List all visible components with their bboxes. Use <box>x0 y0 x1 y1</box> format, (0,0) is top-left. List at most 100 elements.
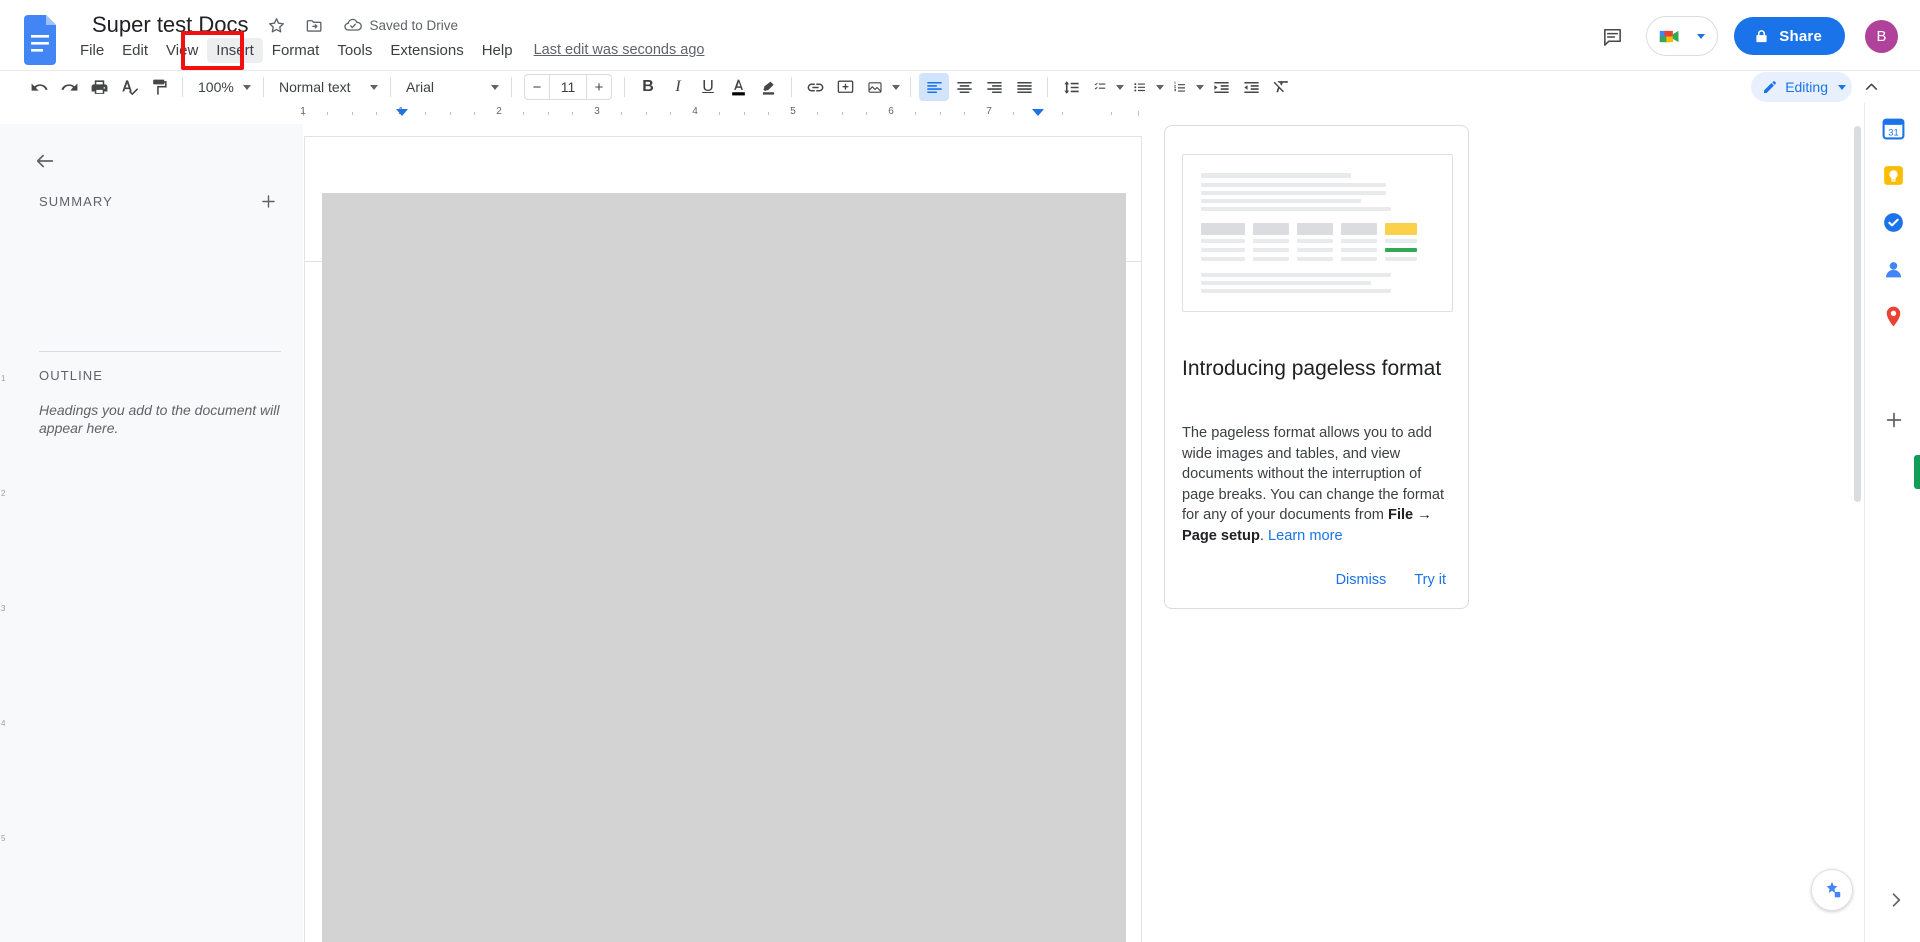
font-size-decrease-button[interactable]: − <box>525 75 549 99</box>
menu-format[interactable]: Format <box>263 38 329 63</box>
inserted-image-placeholder[interactable] <box>322 193 1126 942</box>
align-right-icon[interactable] <box>979 73 1009 101</box>
highlight-color-icon[interactable] <box>753 73 783 101</box>
bulleted-list-icon[interactable] <box>1126 74 1166 100</box>
google-maps-icon[interactable] <box>1878 301 1909 332</box>
undo-icon[interactable] <box>24 73 54 101</box>
horizontal-ruler[interactable]: 1 1 2 3 4 5 6 7 <box>300 103 1139 124</box>
clear-formatting-icon[interactable] <box>1266 73 1296 101</box>
try-it-button[interactable]: Try it <box>1404 564 1456 596</box>
font-size-increase-button[interactable]: + <box>587 75 611 99</box>
dismiss-button[interactable]: Dismiss <box>1326 564 1397 596</box>
indent-marker-left[interactable] <box>396 109 408 116</box>
align-justify-icon[interactable] <box>1009 73 1039 101</box>
pencil-icon <box>1764 81 1777 93</box>
svg-text:31: 31 <box>1888 127 1898 137</box>
document-outline-panel: SUMMARY OUTLINE Headings you add to the … <box>0 124 303 942</box>
toolbar-divider <box>263 77 264 97</box>
zoom-level-select[interactable]: 100% <box>191 74 255 100</box>
text-color-icon[interactable] <box>723 73 753 101</box>
share-button[interactable]: Share <box>1734 17 1845 55</box>
checklist-icon[interactable] <box>1086 74 1126 100</box>
print-icon[interactable] <box>84 73 114 101</box>
chevron-down-icon <box>892 84 900 90</box>
outline-section-header: OUTLINE <box>39 368 281 383</box>
spellcheck-icon[interactable] <box>114 73 144 101</box>
google-tasks-icon[interactable] <box>1878 207 1909 238</box>
add-comment-icon[interactable] <box>830 73 860 101</box>
increase-indent-icon[interactable] <box>1236 73 1266 101</box>
last-edit-label[interactable]: Last edit was seconds ago <box>534 42 705 58</box>
google-docs-logo-icon[interactable] <box>22 14 62 66</box>
bold-button[interactable]: B <box>633 73 663 101</box>
font-family-select[interactable]: Arial <box>399 74 503 100</box>
ruler-tick-3: 2 <box>496 106 502 117</box>
document-preview-thumbnail <box>1182 154 1453 312</box>
editing-mode-button[interactable]: Editing <box>1751 72 1852 102</box>
menu-insert[interactable]: Insert <box>207 37 263 63</box>
toolbar-divider <box>624 77 625 97</box>
toolbar-divider <box>511 77 512 97</box>
underline-label: U <box>702 78 714 95</box>
toolbar-divider <box>390 77 391 97</box>
font-size-input[interactable]: 11 <box>549 75 587 99</box>
chevron-down-icon <box>243 84 251 90</box>
avatar[interactable]: B <box>1865 19 1898 53</box>
toolbar-divider <box>1047 77 1048 97</box>
outline-empty-text: Headings you add to the document will ap… <box>39 402 280 436</box>
move-to-folder-icon[interactable] <box>301 11 329 39</box>
indent-marker-right[interactable] <box>1032 109 1044 116</box>
card-actions: Dismiss Try it <box>1326 564 1456 596</box>
menu-view[interactable]: View <box>157 38 207 63</box>
explore-icon <box>1826 881 1841 898</box>
bold-label: B <box>642 78 654 95</box>
underline-button[interactable]: U <box>693 73 723 101</box>
menu-file[interactable]: File <box>71 38 113 63</box>
panel-divider <box>39 351 281 352</box>
arrow-left-icon[interactable] <box>31 147 59 175</box>
menu-tools[interactable]: Tools <box>328 38 381 63</box>
collapse-toolbar-button[interactable] <box>1856 73 1886 101</box>
explore-button[interactable] <box>1811 869 1853 911</box>
italic-button[interactable]: I <box>663 73 693 101</box>
add-on-plus-icon[interactable] <box>1878 404 1909 435</box>
redo-icon[interactable] <box>54 73 84 101</box>
google-meet-button[interactable] <box>1646 16 1719 56</box>
expand-rail-button[interactable] <box>1881 885 1911 915</box>
menu-edit[interactable]: Edit <box>113 38 157 63</box>
decrease-indent-icon[interactable] <box>1206 73 1236 101</box>
chevron-down-icon <box>491 84 499 90</box>
toolbar-divider <box>910 77 911 97</box>
document-page[interactable] <box>305 137 1141 942</box>
font-size-stepper: − 11 + <box>524 74 612 100</box>
comment-history-icon[interactable] <box>1592 16 1632 56</box>
numbered-list-icon[interactable] <box>1166 74 1206 100</box>
align-left-icon[interactable] <box>919 73 949 101</box>
menu-extensions[interactable]: Extensions <box>381 38 472 63</box>
paragraph-style-select[interactable]: Normal text <box>272 74 382 100</box>
learn-more-link[interactable]: Learn more <box>1268 528 1343 544</box>
menu-help[interactable]: Help <box>473 38 522 63</box>
plus-icon <box>1886 412 1901 427</box>
line-spacing-icon[interactable] <box>1056 73 1086 101</box>
scrollbar-thumb[interactable] <box>1854 126 1861 502</box>
star-outline-icon[interactable] <box>263 11 291 39</box>
google-calendar-icon[interactable]: 31 <box>1878 113 1909 144</box>
chevron-down-icon <box>370 84 378 90</box>
google-keep-icon[interactable] <box>1878 160 1909 191</box>
align-center-icon[interactable] <box>949 73 979 101</box>
paragraph-style-value: Normal text <box>279 79 351 95</box>
toolbar-divider <box>182 77 183 97</box>
add-summary-button[interactable] <box>255 188 281 214</box>
save-status[interactable]: Saved to Drive <box>343 15 458 35</box>
card-title: Introducing pageless format <box>1182 357 1442 380</box>
document-title[interactable]: Super test Docs <box>88 10 253 40</box>
chevron-down-icon <box>1116 84 1124 90</box>
insert-link-icon[interactable] <box>800 73 830 101</box>
formatting-toolbar: 100% Normal text Arial − 11 + B I U Edit… <box>0 70 1920 103</box>
chevron-down-icon <box>1697 33 1706 39</box>
document-scrollbar[interactable] <box>1851 124 1864 942</box>
paint-format-icon[interactable] <box>144 73 174 101</box>
google-contacts-icon[interactable] <box>1878 254 1909 285</box>
insert-image-icon[interactable] <box>860 74 902 100</box>
